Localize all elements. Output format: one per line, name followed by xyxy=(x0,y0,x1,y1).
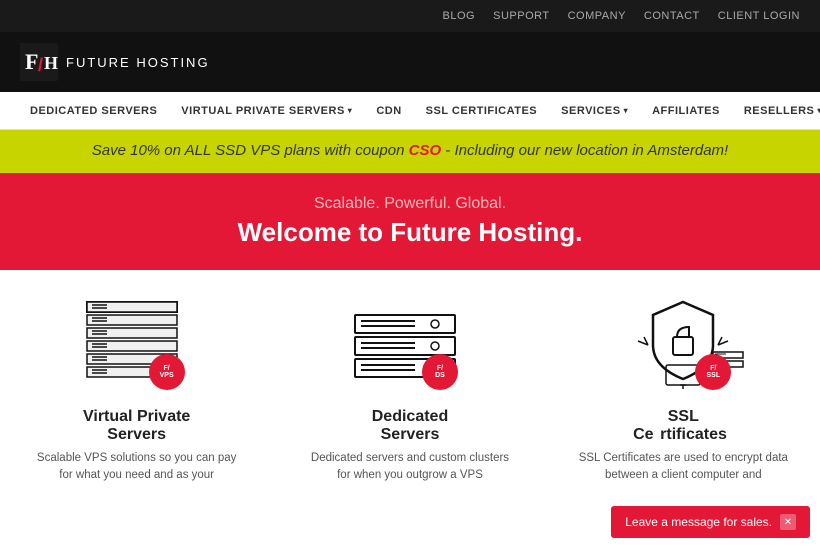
logo-text: FUTURE HOSTING xyxy=(66,55,210,70)
contact-link[interactable]: CONTACT xyxy=(644,10,700,22)
sales-chat-close[interactable]: ✕ xyxy=(780,514,796,530)
logo[interactable]: F / H FUTURE HOSTING xyxy=(20,43,210,81)
svg-text:H: H xyxy=(44,53,58,73)
feature-dedicated-icon-wrap: F/DS xyxy=(305,290,515,400)
nav-bar: DEDICATED SERVERS VIRTUAL PRIVATE SERVER… xyxy=(0,92,820,130)
vps-badge: F/VPS xyxy=(149,354,185,390)
hero-subtitle: Scalable. Powerful. Global. xyxy=(20,195,800,213)
support-link[interactable]: SUPPORT xyxy=(493,10,549,22)
blog-link[interactable]: BLOG xyxy=(443,10,476,22)
vps-title: Virtual PrivateServers xyxy=(32,408,242,444)
vps-arrow-icon: ▾ xyxy=(348,106,353,115)
hero-title: Welcome to Future Hosting. xyxy=(20,217,800,248)
sales-chat-label: Leave a message for sales. xyxy=(625,515,772,529)
nav-dedicated-servers[interactable]: DEDICATED SERVERS xyxy=(20,92,167,130)
ssl-desc: SSL Certificates are used to encrypt dat… xyxy=(578,450,788,485)
ssl-badge: F/SSL xyxy=(695,354,731,390)
top-bar: BLOG SUPPORT COMPANY CONTACT CLIENT LOGI… xyxy=(0,0,820,32)
svg-text:/: / xyxy=(38,55,43,75)
nav-affiliates[interactable]: AFFILIATES xyxy=(642,92,730,130)
hero-section: Scalable. Powerful. Global. Welcome to F… xyxy=(0,173,820,270)
feature-ssl: F/SSL SSLCertificates SSL Certificates a… xyxy=(563,290,803,485)
vps-desc: Scalable VPS solutions so you can pay fo… xyxy=(32,450,242,485)
nav-services[interactable]: SERVICES ▾ xyxy=(551,92,638,130)
header: F / H FUTURE HOSTING xyxy=(0,32,820,92)
services-arrow-icon: ▾ xyxy=(624,106,629,115)
dedicated-desc: Dedicated servers and custom clusters fo… xyxy=(305,450,515,485)
feature-ssl-icon-wrap: F/SSL xyxy=(578,290,788,400)
nav-resellers[interactable]: RESELLERS ▾ xyxy=(734,92,820,130)
dedicated-badge: F/DS xyxy=(422,354,458,390)
promo-text-before: Save 10% on ALL SSD VPS plans with coupo… xyxy=(92,142,409,159)
nav-vps[interactable]: VIRTUAL PRIVATE SERVERS ▾ xyxy=(171,92,362,130)
nav-cdn[interactable]: CDN xyxy=(366,92,411,130)
promo-coupon: CSO xyxy=(409,142,442,159)
promo-text-after: - Including our new location in Amsterda… xyxy=(441,142,728,159)
company-link[interactable]: COMPANY xyxy=(568,10,626,22)
sales-chat-bubble[interactable]: Leave a message for sales. ✕ xyxy=(611,506,810,538)
dedicated-title: DedicatedServers xyxy=(305,408,515,444)
svg-text:F: F xyxy=(25,49,38,74)
features-section: F/VPS Virtual PrivateServers Scalable VP… xyxy=(0,270,820,485)
promo-bar: Save 10% on ALL SSD VPS plans with coupo… xyxy=(0,130,820,173)
feature-dedicated: F/DS DedicatedServers Dedicated servers … xyxy=(290,290,530,485)
ssl-title: SSLCertificates xyxy=(578,408,788,444)
client-login-link[interactable]: CLIENT LOGIN xyxy=(718,10,800,22)
feature-vps-icon-wrap: F/VPS xyxy=(32,290,242,400)
feature-vps: F/VPS Virtual PrivateServers Scalable VP… xyxy=(17,290,257,485)
nav-ssl[interactable]: SSL CERTIFICATES xyxy=(416,92,548,130)
logo-icon: F / H xyxy=(20,43,58,81)
